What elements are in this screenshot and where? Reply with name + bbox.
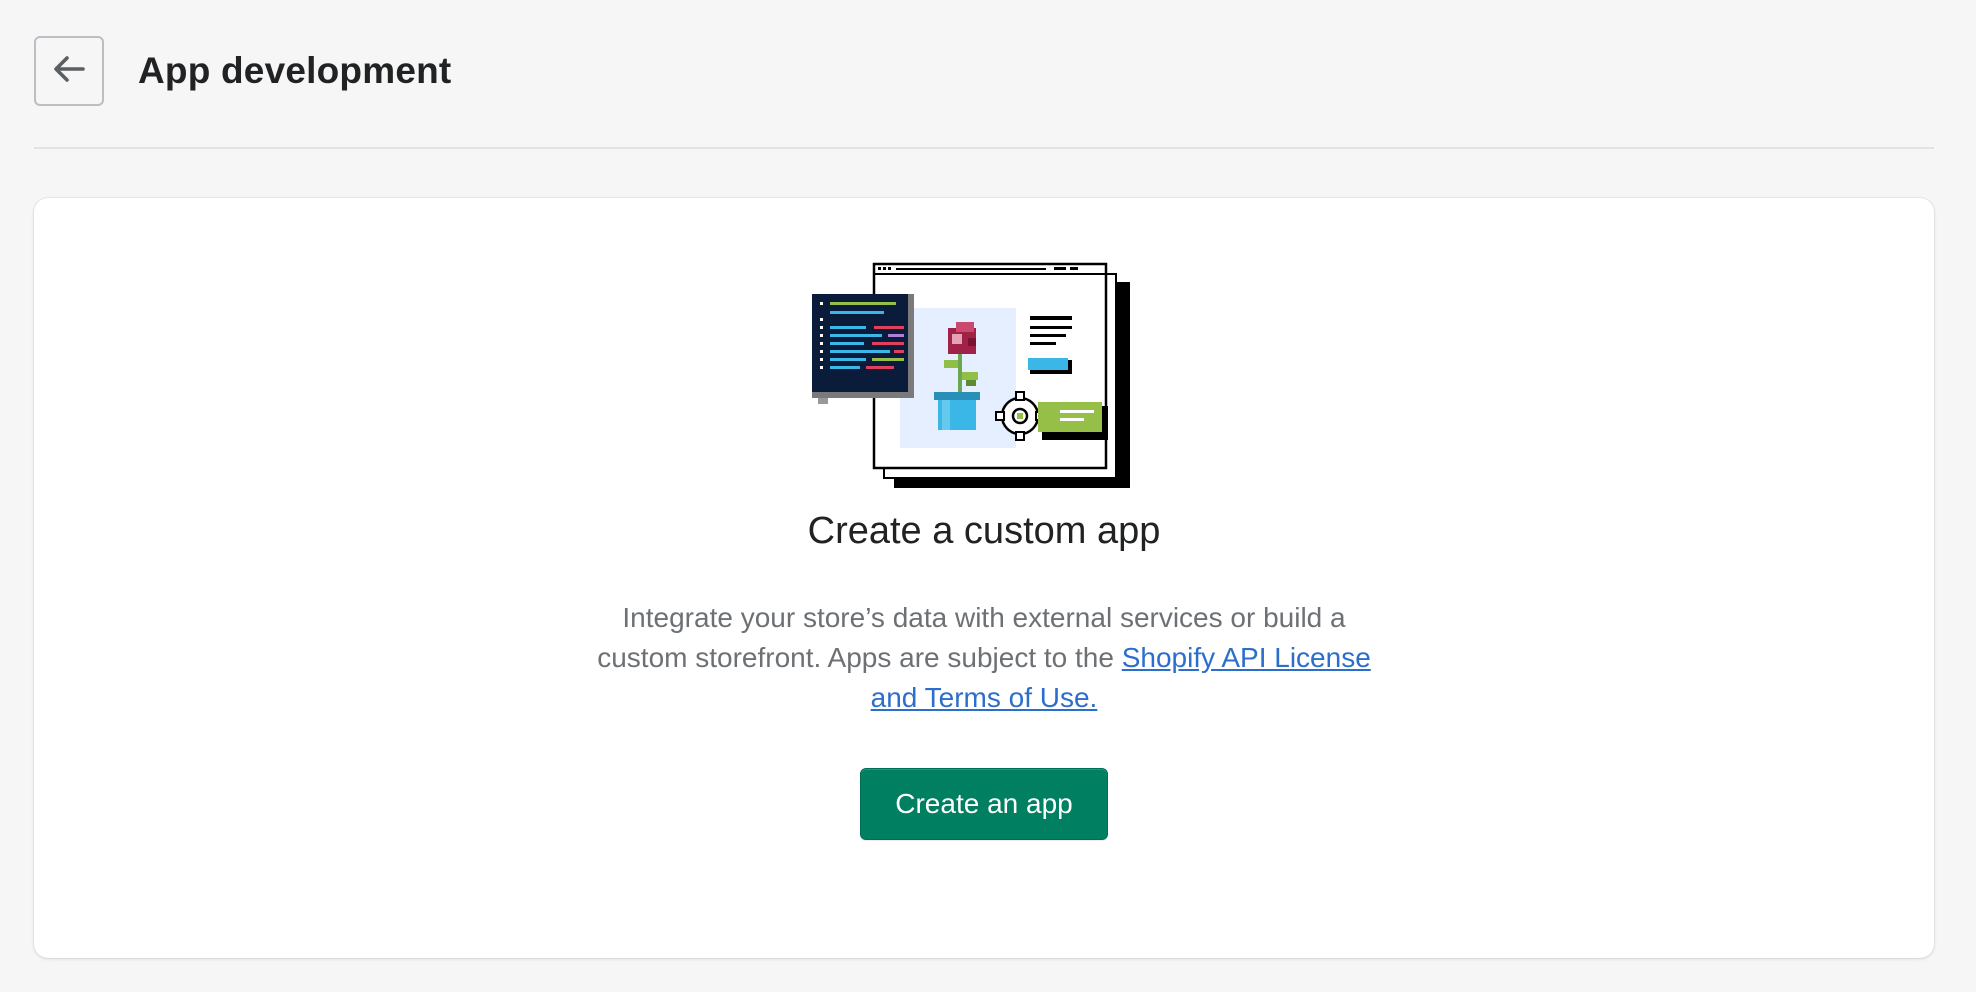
page-title: App development: [138, 50, 452, 91]
empty-state-card: Create a custom app Integrate your store…: [34, 198, 1934, 958]
arrow-left-icon: [53, 55, 85, 88]
custom-app-illustration: [808, 260, 1164, 488]
page-header: App development: [34, 36, 1934, 106]
back-button[interactable]: [34, 36, 104, 106]
empty-state-description: Integrate your store’s data with externa…: [594, 598, 1374, 718]
create-app-button[interactable]: Create an app: [860, 768, 1108, 840]
header-divider: [34, 147, 1934, 149]
empty-state-title: Create a custom app: [807, 510, 1161, 552]
